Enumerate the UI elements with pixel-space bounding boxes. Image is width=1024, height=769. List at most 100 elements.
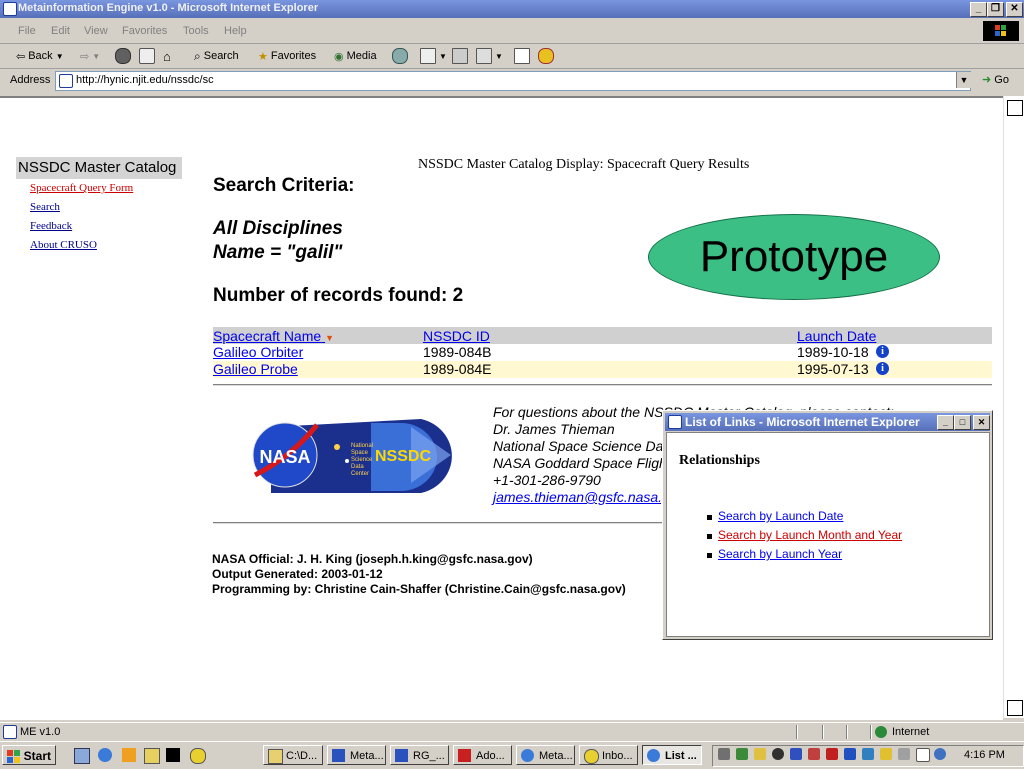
minimize-button[interactable]: _ <box>970 2 987 17</box>
stop-button[interactable] <box>115 48 131 64</box>
network-icon[interactable] <box>898 748 910 760</box>
column-header-spacecraft-name[interactable]: Spacecraft Name ▼ <box>213 328 334 344</box>
taskbar-task[interactable]: Meta... <box>516 745 575 765</box>
logo-caption-line: Space <box>351 450 369 456</box>
chevron-down-icon: ▼ <box>439 51 447 61</box>
favorites-button[interactable]: ★ Favorites <box>258 48 316 64</box>
bullet-icon <box>707 553 712 558</box>
menu-file[interactable]: File <box>18 25 36 37</box>
sidebar-title: NSSDC Master Catalog <box>16 157 182 179</box>
taskbar-task[interactable]: Meta... <box>327 745 386 765</box>
popup-maximize-button[interactable]: □ <box>954 415 971 430</box>
launch-date: 1995-07-13 <box>797 361 869 377</box>
column-header-nssdc-id[interactable]: NSSDC ID <box>423 328 490 344</box>
home-button[interactable]: ⌂ <box>163 48 171 64</box>
forward-button[interactable]: ⇨ ▼ <box>80 48 100 64</box>
menu-tools[interactable]: Tools <box>183 25 209 37</box>
popup-close-button[interactable]: ✕ <box>973 415 990 430</box>
menu-view[interactable]: View <box>84 25 108 37</box>
app-quicklaunch-icon[interactable] <box>190 748 206 764</box>
globe-icon <box>875 726 887 738</box>
prototype-badge: Prototype <box>648 214 940 300</box>
media-player-icon[interactable] <box>122 748 136 762</box>
sidebar-link-feedback[interactable]: Feedback <box>30 220 72 232</box>
show-desktop-icon[interactable] <box>74 748 90 764</box>
tray-icon[interactable] <box>772 748 784 760</box>
command-prompt-icon[interactable] <box>166 748 180 762</box>
spacecraft-name-link[interactable]: Galileo Orbiter <box>213 344 303 360</box>
search-by-launch-month-year-link[interactable]: Search by Launch Month and Year <box>718 528 902 542</box>
menu-edit[interactable]: Edit <box>51 25 70 37</box>
media-button[interactable]: ◉ Media <box>334 48 377 64</box>
word-icon <box>332 749 345 762</box>
scroll-up-box[interactable] <box>1007 100 1023 116</box>
windows-logo-icon <box>983 21 1019 41</box>
taskbar-task[interactable]: C:\D... <box>263 745 323 765</box>
discuss-button[interactable] <box>514 48 530 64</box>
records-found: Number of records found: 2 <box>213 285 464 306</box>
messenger-icon[interactable] <box>880 748 892 760</box>
forward-arrow-icon: ⇨ <box>80 50 90 63</box>
scroll-down-box[interactable] <box>1007 700 1023 716</box>
info-icon[interactable]: i <box>876 345 889 358</box>
tray-icon[interactable] <box>736 748 748 760</box>
logo-caption-line: Data <box>351 464 364 470</box>
logo-caption-line: Center <box>351 471 369 477</box>
tray-icon[interactable] <box>718 748 730 760</box>
sidebar-link-search[interactable]: Search <box>30 201 60 213</box>
sidebar-link-about-cruso[interactable]: About CRUSO <box>30 239 97 251</box>
contact-email-link[interactable]: james.thieman@gsfc.nasa.gov <box>493 489 685 505</box>
messenger-button[interactable] <box>538 48 554 64</box>
tray-icon[interactable] <box>934 748 946 760</box>
taskbar-task-active[interactable]: List ... <box>642 745 702 765</box>
print-button[interactable] <box>452 48 468 64</box>
ie-icon <box>647 749 660 762</box>
spacecraft-name-link[interactable]: Galileo Probe <box>213 361 298 377</box>
search-by-launch-year-link[interactable]: Search by Launch Year <box>718 547 842 561</box>
maximize-button[interactable]: ❐ <box>987 2 1004 17</box>
edit-button[interactable]: ▼ <box>476 48 503 64</box>
tray-icon[interactable] <box>790 748 802 760</box>
footer-programming: Programming by: Christine Cain-Shaffer (… <box>212 582 626 596</box>
search-quicklaunch-icon[interactable] <box>144 748 160 764</box>
menu-favorites[interactable]: Favorites <box>122 25 167 37</box>
menu-help[interactable]: Help <box>224 25 247 37</box>
sidebar-link-spacecraft-query-form[interactable]: Spacecraft Query Form <box>30 182 133 194</box>
address-input[interactable]: http://hynic.njit.edu/nssdc/sc <box>55 71 971 91</box>
info-icon[interactable]: i <box>876 362 889 375</box>
tray-icon[interactable] <box>844 748 856 760</box>
word-icon <box>395 749 408 762</box>
tray-icon[interactable] <box>862 748 874 760</box>
logo-caption-line: National <box>351 443 373 449</box>
mail-icon[interactable] <box>916 748 930 762</box>
search-by-launch-date-link[interactable]: Search by Launch Date <box>718 509 843 523</box>
bullet-icon <box>707 534 712 539</box>
column-header-launch-date[interactable]: Launch Date <box>797 328 876 344</box>
volume-icon[interactable] <box>754 748 766 760</box>
mail-button[interactable]: ▼ <box>420 48 447 64</box>
popup-minimize-button[interactable]: _ <box>937 415 954 430</box>
refresh-button[interactable] <box>139 48 155 64</box>
ie-quicklaunch-icon[interactable] <box>98 748 112 762</box>
status-text: ME v1.0 <box>20 726 61 738</box>
go-button[interactable]: ➜ Go <box>982 73 1009 86</box>
search-criteria-label: Search Criteria: <box>213 175 355 196</box>
footer-official: NASA Official: J. H. King (joseph.h.king… <box>212 552 533 566</box>
table-row: Galileo Orbiter 1989-084B 1989-10-18 i <box>213 344 992 361</box>
back-button[interactable]: ⇦ Back ▼ <box>16 48 64 64</box>
search-button[interactable]: ⌕ Search <box>194 48 239 64</box>
window-title: Metainformation Engine v1.0 - Microsoft … <box>18 2 319 14</box>
taskbar-task[interactable]: Ado... <box>453 745 512 765</box>
taskbar-task[interactable]: RG_... <box>390 745 449 765</box>
address-dropdown-button[interactable]: ▼ <box>956 72 971 88</box>
close-button[interactable]: ✕ <box>1006 2 1023 17</box>
history-button[interactable] <box>392 48 408 64</box>
launch-date: 1989-10-18 <box>797 344 869 360</box>
taskbar-task[interactable]: Inbo... <box>579 745 638 765</box>
tray-icon[interactable] <box>808 748 820 760</box>
vertical-scrollbar[interactable] <box>1003 96 1024 718</box>
start-button[interactable]: Start <box>2 745 56 765</box>
media-icon: ◉ <box>334 50 344 63</box>
tray-icon[interactable] <box>826 748 838 760</box>
clock: 4:16 PM <box>964 749 1005 761</box>
